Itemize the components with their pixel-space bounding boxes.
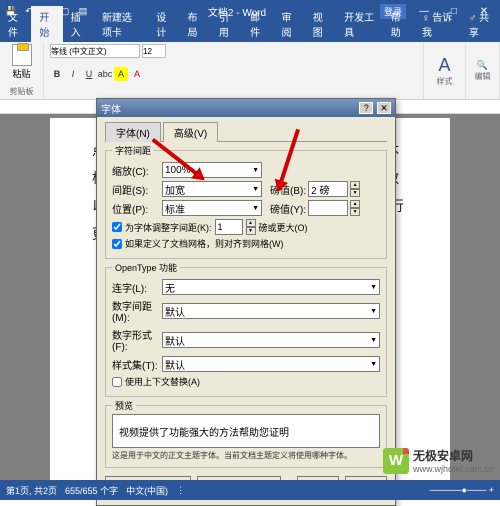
ribbon-tabs: 文件 开始 插入 新建选项卡 设计 布局 引用 邮件 审阅 视图 开发工具 帮助… <box>0 22 500 42</box>
tab-custom[interactable]: 新建选项卡 <box>94 6 148 42</box>
character-spacing-group: 字符间距 缩放(C): 100%▼ 间距(S): 加宽▼ 磅值(B): 2 磅 … <box>105 150 387 259</box>
bold-icon[interactable]: B <box>50 67 64 81</box>
tab-tellme[interactable]: ♀ 告诉我 <box>414 6 461 42</box>
group-title: 字符间距 <box>112 144 154 157</box>
spacing-label: 间距(S): <box>112 182 160 197</box>
position-value-input[interactable] <box>308 200 348 216</box>
watermark-url: www.wjhotel.com.cn <box>413 464 494 474</box>
num-form-label: 数字形式(F): <box>112 327 160 353</box>
tab-references[interactable]: 引用 <box>211 6 242 42</box>
dialog-titlebar: 字体 ? ✕ <box>97 99 395 117</box>
font-color-icon[interactable]: A <box>130 67 144 81</box>
chevron-down-icon: ▼ <box>252 167 259 174</box>
edit-group-label: 编辑 <box>475 71 491 82</box>
status-extra[interactable]: ⋮ <box>176 485 185 496</box>
tab-home[interactable]: 开始 <box>31 6 62 42</box>
tab-design[interactable]: 设计 <box>148 6 179 42</box>
font-name-select[interactable] <box>50 44 140 58</box>
strike-icon[interactable]: abc <box>98 67 112 81</box>
group-title: OpenType 功能 <box>112 261 180 274</box>
share-button[interactable]: ♂ 共享 <box>461 6 500 42</box>
position-label: 位置(P): <box>112 201 160 216</box>
spinner[interactable]: ▲▼ <box>246 219 256 235</box>
page-indicator[interactable]: 第1页, 共2页 <box>6 484 57 497</box>
position-select[interactable]: 标准▼ <box>162 200 262 216</box>
snap-label: 如果定义了文档网格，则对齐到网格(W) <box>125 237 284 250</box>
dialog-close-button[interactable]: ✕ <box>377 102 391 114</box>
position-value-label: 磅值(Y): <box>270 201 306 216</box>
tab-view[interactable]: 视图 <box>305 6 336 42</box>
tab-help[interactable]: 帮助 <box>383 6 414 42</box>
status-bar: 第1页, 共2页 655/655 个字 中文(中国) ⋮ ─────●─── + <box>0 480 500 500</box>
chevron-down-icon: ▼ <box>370 361 377 368</box>
style-set-select[interactable]: 默认▼ <box>162 356 380 372</box>
tab-mailings[interactable]: 邮件 <box>242 6 273 42</box>
tab-layout[interactable]: 布局 <box>180 6 211 42</box>
tab-review[interactable]: 审阅 <box>273 6 304 42</box>
snap-to-grid-checkbox[interactable] <box>112 239 122 249</box>
clipboard-group-label: 剪贴板 <box>6 86 37 97</box>
ligatures-label: 连字(L): <box>112 280 160 295</box>
zoom-slider[interactable]: ─────●─── + <box>430 485 494 495</box>
ribbon: 粘贴 剪贴板 B I U abc A A A 样式 🔍 编辑 <box>0 42 500 100</box>
kerning-label: 为字体调整字间距(K): <box>125 221 212 234</box>
num-spacing-select[interactable]: 默认▼ <box>162 303 380 319</box>
dialog-tab-advanced[interactable]: 高级(V) <box>163 122 218 142</box>
paste-label: 粘贴 <box>12 67 30 80</box>
style-set-label: 样式集(T): <box>112 357 160 372</box>
ligatures-select[interactable]: 无▼ <box>162 279 380 295</box>
contextual-label: 使用上下文替换(A) <box>125 375 200 388</box>
chevron-down-icon: ▼ <box>370 337 377 344</box>
dialog-tab-font[interactable]: 字体(N) <box>105 122 161 142</box>
chevron-down-icon: ▼ <box>370 284 377 291</box>
tab-insert[interactable]: 插入 <box>63 6 94 42</box>
underline-icon[interactable]: U <box>82 67 96 81</box>
chevron-down-icon: ▼ <box>252 186 259 193</box>
spinner[interactable]: ▲▼ <box>350 200 360 216</box>
chevron-down-icon: ▼ <box>252 205 259 212</box>
spinner[interactable]: ▲▼ <box>350 181 360 197</box>
preview-note: 这是用于中文的正文主题字体。当前文档主题定义将使用哪种字体。 <box>112 450 380 461</box>
spacing-value-label: 磅值(B): <box>270 182 306 197</box>
watermark-title: 无极安卓网 <box>413 449 473 463</box>
watermark-logo-icon <box>383 448 409 474</box>
num-form-select[interactable]: 默认▼ <box>162 332 380 348</box>
paste-button[interactable]: 粘贴 <box>6 44 37 80</box>
watermark: 无极安卓网 www.wjhotel.com.cn <box>383 447 494 474</box>
font-dialog: 字体 ? ✕ 字体(N) 高级(V) 字符间距 缩放(C): 100%▼ 间距(… <box>96 98 396 506</box>
edit-icon[interactable]: 🔍 <box>477 60 488 71</box>
clipboard-icon <box>12 44 32 66</box>
preview-box: 视频提供了功能强大的方法帮助您证明 <box>112 414 380 448</box>
spacing-select[interactable]: 加宽▼ <box>162 181 262 197</box>
language-indicator[interactable]: 中文(中国) <box>126 484 168 497</box>
preview-group: 预览 视频提供了功能强大的方法帮助您证明 这是用于中文的正文主题字体。当前文档主… <box>105 405 387 468</box>
contextual-alt-checkbox[interactable] <box>112 377 122 387</box>
dialog-help-button[interactable]: ? <box>359 102 373 114</box>
spacing-value-input[interactable]: 2 磅 <box>308 181 348 197</box>
kerning-value-input[interactable]: 1 <box>215 219 243 235</box>
kerning-checkbox[interactable] <box>112 222 122 232</box>
styles-group-label: 样式 <box>437 76 453 87</box>
tab-file[interactable]: 文件 <box>0 6 31 42</box>
word-count[interactable]: 655/655 个字 <box>65 484 118 497</box>
tab-developer[interactable]: 开发工具 <box>336 6 383 42</box>
scale-label: 缩放(C): <box>112 163 160 178</box>
group-title: 预览 <box>112 399 136 412</box>
num-spacing-label: 数字间距(M): <box>112 298 160 324</box>
font-size-select[interactable] <box>142 44 166 58</box>
opentype-group: OpenType 功能 连字(L):无▼ 数字间距(M):默认▼ 数字形式(F)… <box>105 267 387 397</box>
styles-icon[interactable]: A <box>438 55 450 76</box>
highlight-icon[interactable]: A <box>114 67 128 81</box>
kerning-after-label: 磅或更大(O) <box>259 221 308 234</box>
dialog-title: 字体 <box>101 101 121 116</box>
scale-select[interactable]: 100%▼ <box>162 162 262 178</box>
chevron-down-icon: ▼ <box>370 308 377 315</box>
italic-icon[interactable]: I <box>66 67 80 81</box>
